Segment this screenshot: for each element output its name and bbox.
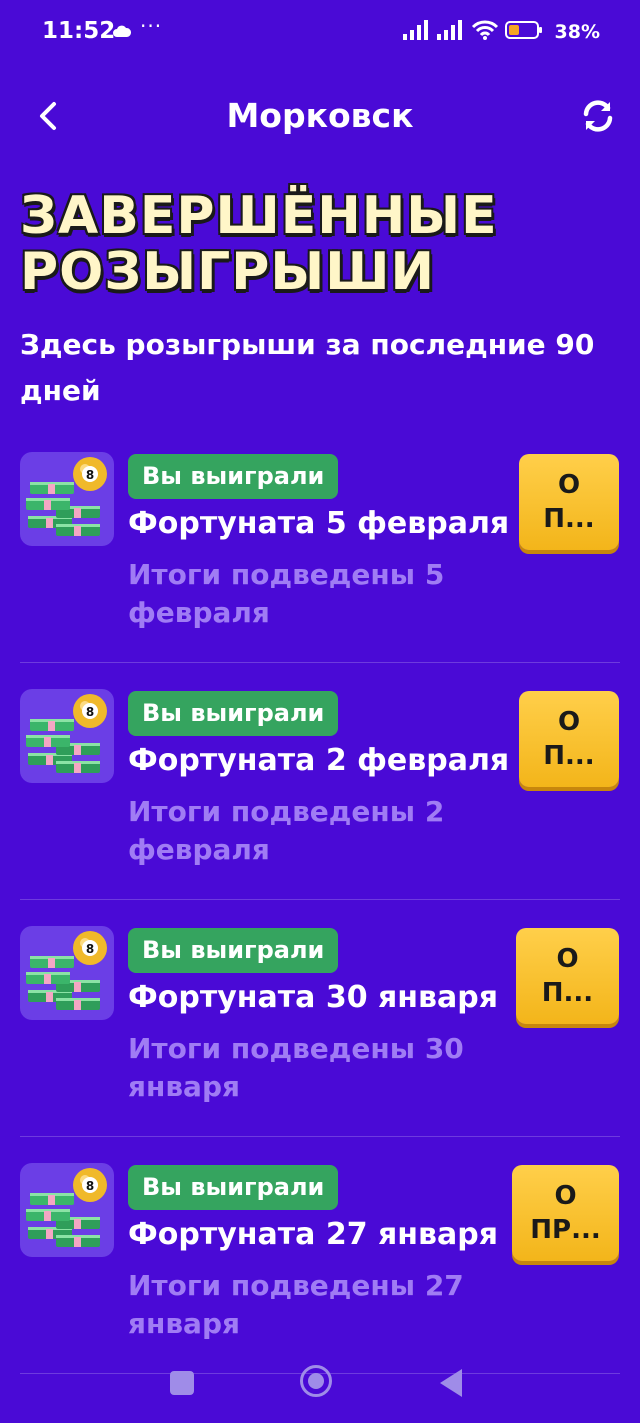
page-title: ЗАВЕРШЁННЫЕ РОЗЫГРЫШИ: [20, 186, 498, 302]
draw-item[interactable]: 8 Вы выиграли Фортуната 2 февраля Итоги …: [0, 689, 640, 926]
signal-icon-2: [436, 20, 465, 44]
divider: [20, 1136, 620, 1137]
system-nav-bar: [0, 1345, 640, 1423]
more-notifications-icon: ···: [140, 14, 163, 38]
draw-name: Фортуната 5 февраля: [128, 506, 510, 541]
status-time: 11:52: [42, 18, 116, 44]
divider: [20, 662, 620, 663]
draw-details-button[interactable]: О П...: [516, 928, 619, 1024]
svg-text:8: 8: [86, 1179, 94, 1193]
won-badge: Вы выиграли: [128, 1165, 339, 1210]
money-lottery-ball-icon: 8: [20, 926, 114, 1020]
wifi-icon: [471, 20, 499, 44]
money-lottery-ball-icon: 8: [20, 452, 114, 546]
battery-icon: [504, 20, 543, 44]
svg-text:8: 8: [86, 705, 94, 719]
refresh-icon: [583, 100, 613, 132]
refresh-button[interactable]: [578, 96, 618, 136]
home-icon[interactable]: [300, 1365, 332, 1397]
signal-icon: [402, 20, 431, 44]
svg-text:8: 8: [86, 942, 94, 956]
draw-status: Итоги подведены 27 января: [128, 1269, 464, 1340]
draws-list: 8 Вы выиграли Фортуната 5 февраля Итоги …: [0, 452, 640, 1400]
draw-name: Фортуната 30 января: [128, 980, 498, 1015]
won-badge: Вы выиграли: [128, 691, 339, 736]
draw-name: Фортуната 27 января: [128, 1217, 498, 1252]
draw-name: Фортуната 2 февраля: [128, 743, 510, 778]
money-lottery-ball-icon: 8: [20, 1163, 114, 1257]
back-icon[interactable]: [440, 1369, 462, 1397]
draw-item[interactable]: 8 Вы выиграли Фортуната 30 января Итоги …: [0, 926, 640, 1163]
divider: [20, 899, 620, 900]
status-bar: 11:52 ··· 38%: [0, 0, 640, 68]
draw-details-button[interactable]: О П...: [519, 454, 619, 550]
money-lottery-ball-icon: 8: [20, 689, 114, 783]
city-title: Морковск: [226, 96, 414, 135]
cloud-icon: [112, 23, 132, 42]
page-subtitle: Здесь розыгрыши за последние 90 дней: [20, 328, 595, 407]
recents-icon[interactable]: [170, 1371, 194, 1395]
draw-status: Итоги подведены 2 февраля: [128, 795, 445, 866]
svg-text:8: 8: [86, 468, 94, 482]
draw-details-button[interactable]: О П...: [519, 691, 619, 787]
won-badge: Вы выиграли: [128, 454, 339, 499]
battery-percent: 38%: [554, 21, 600, 43]
draw-item[interactable]: 8 Вы выиграли Фортуната 5 февраля Итоги …: [0, 452, 640, 689]
draw-details-button[interactable]: О ПР...: [512, 1165, 619, 1261]
draw-status: Итоги подведены 30 января: [128, 1032, 464, 1103]
won-badge: Вы выиграли: [128, 928, 339, 973]
top-bar: Морковск: [0, 78, 640, 154]
draw-status: Итоги подведены 5 февраля: [128, 558, 445, 629]
